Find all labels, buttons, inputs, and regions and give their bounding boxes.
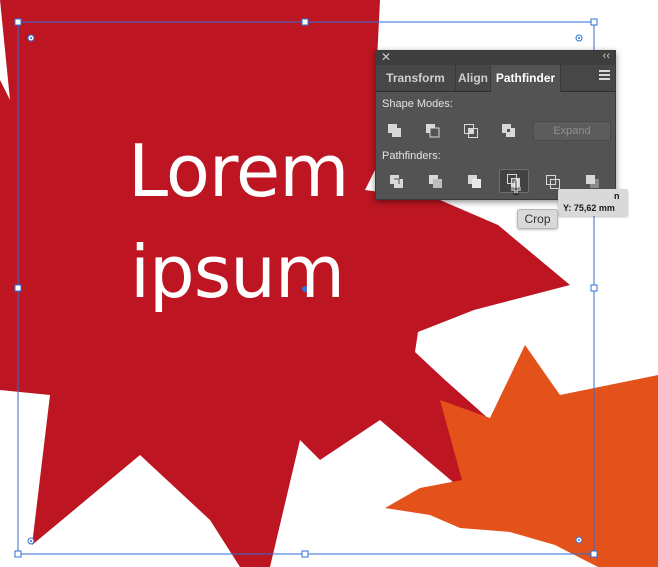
- collapse-panel-icon[interactable]: ‹‹: [603, 50, 610, 62]
- pathfinders-label: Pathfinders:: [382, 150, 441, 162]
- exclude-icon[interactable]: [494, 119, 524, 143]
- tab-pathfinder[interactable]: Pathfinder: [491, 65, 561, 92]
- lorem-text[interactable]: Lorem: [128, 135, 349, 207]
- trim-icon[interactable]: [421, 170, 451, 194]
- shape-modes-label: Shape Modes:: [382, 98, 453, 110]
- expand-button[interactable]: Expand: [533, 121, 611, 141]
- close-icon[interactable]: ✕: [381, 50, 391, 64]
- panel-titlebar[interactable]: ✕ ‹‹: [376, 50, 615, 66]
- tab-align[interactable]: Align: [456, 65, 491, 91]
- unite-icon[interactable]: [380, 119, 410, 143]
- pointer-cursor-icon: [511, 181, 521, 196]
- tab-transform[interactable]: Transform: [376, 65, 456, 91]
- pathfinder-panel: ✕ ‹‹ Transform Align Pathfinder Shape Mo…: [375, 50, 616, 200]
- panel-tabs: Transform Align Pathfinder: [376, 65, 615, 92]
- merge-icon[interactable]: [460, 170, 490, 194]
- crop-tooltip: Crop: [517, 209, 558, 229]
- divide-icon[interactable]: [382, 170, 412, 194]
- ipsum-text[interactable]: ipsum: [130, 236, 345, 308]
- minus-front-icon[interactable]: [418, 119, 448, 143]
- hamburger-menu-icon[interactable]: [599, 70, 610, 80]
- coordinate-x-readout: n: [614, 191, 620, 201]
- coordinates-tooltip: n Y: 75,62 mm: [558, 189, 628, 216]
- coordinate-y-readout: Y: 75,62 mm: [563, 203, 615, 213]
- intersect-icon[interactable]: [456, 119, 486, 143]
